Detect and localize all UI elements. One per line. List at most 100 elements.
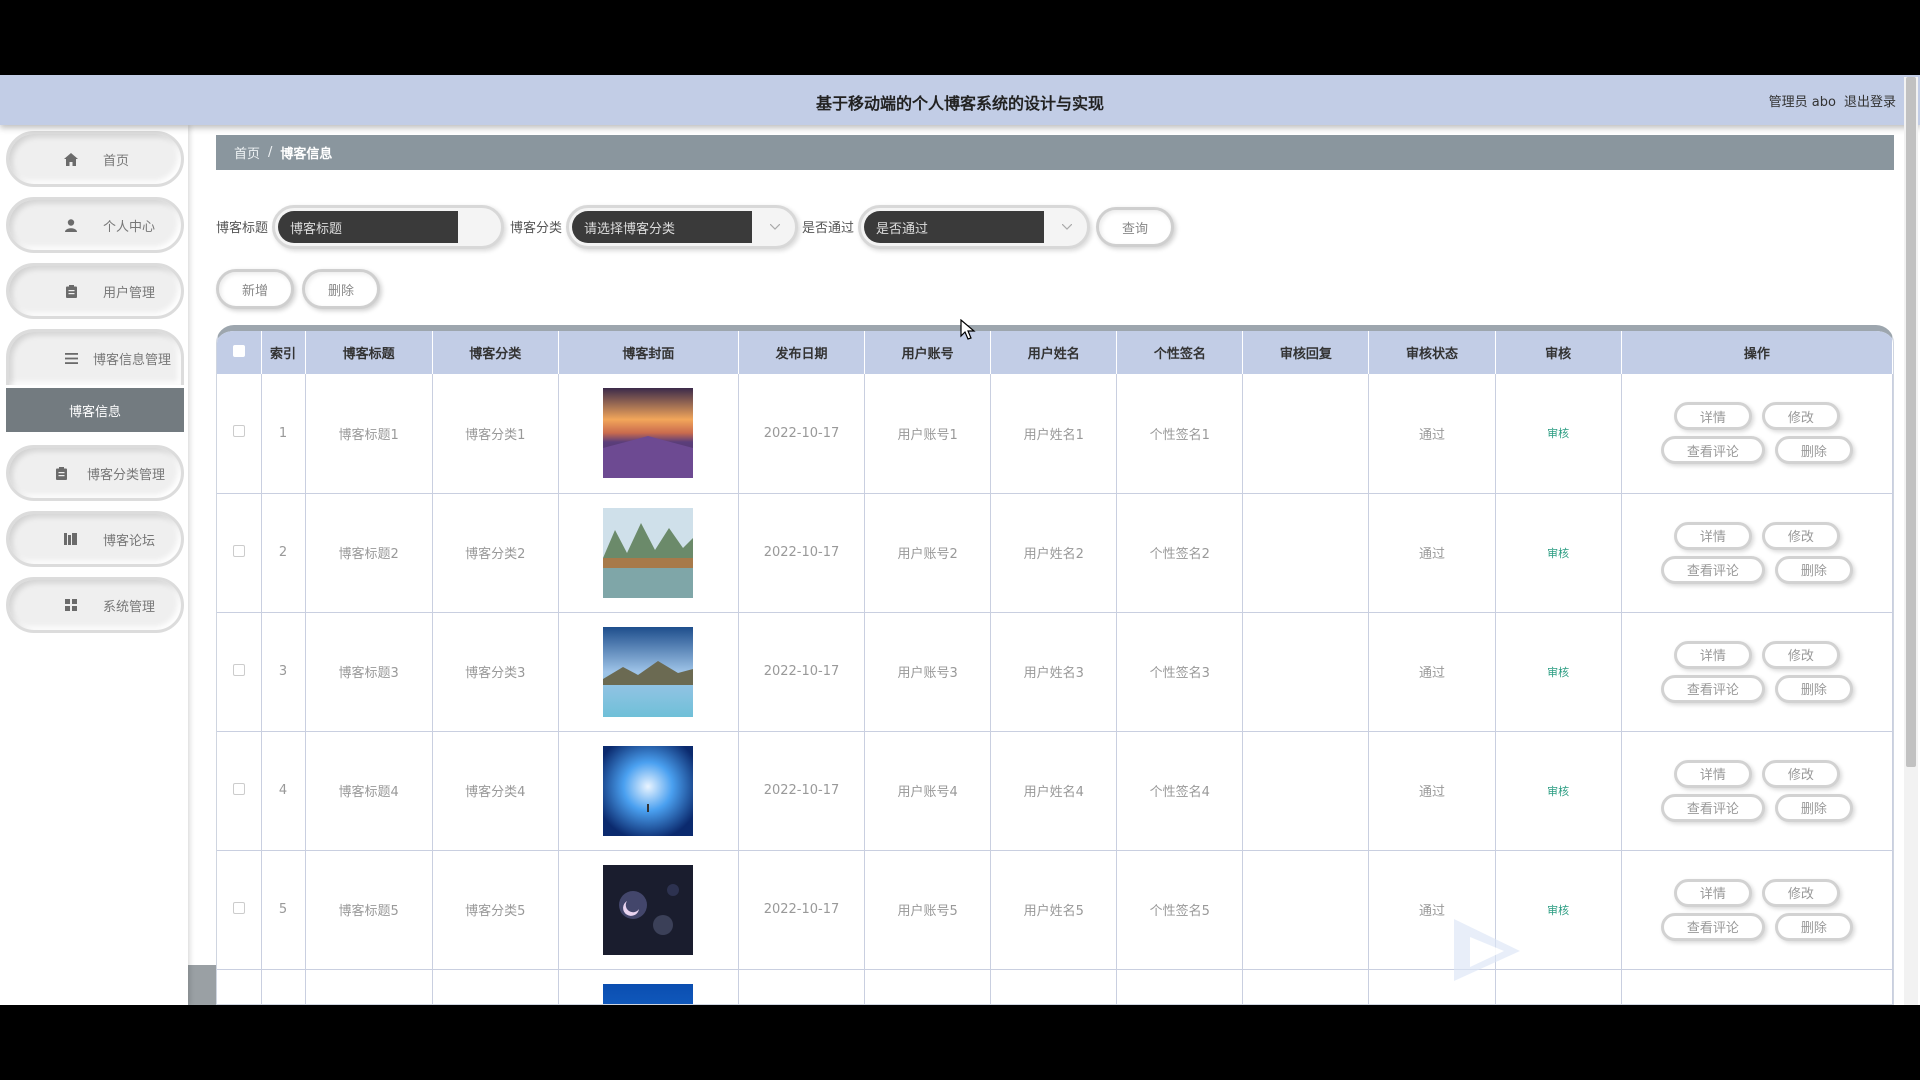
title-cell [305, 969, 433, 1004]
name-cell: 用户姓名4 [990, 731, 1118, 851]
search-title-input[interactable]: 博客标题 [272, 205, 504, 249]
scrollbar-thumb[interactable] [1906, 77, 1916, 767]
sidebar-item-blog-category-management[interactable]: 博客分类管理 [6, 445, 184, 501]
detail-button[interactable]: 详情 [1673, 759, 1752, 788]
app-window: 基于移动端的个人博客系统的设计与实现 管理员 abo 退出登录 首页 个人中心 … [0, 75, 1920, 1005]
view-comments-button[interactable]: 查看评论 [1660, 436, 1765, 465]
column-header: 博客分类 [432, 331, 559, 374]
add-button[interactable]: 新增 [216, 269, 294, 309]
cover-cell [558, 374, 739, 494]
sidebar-item-system-management[interactable]: 系统管理 [6, 577, 184, 633]
edit-button[interactable]: 修改 [1761, 640, 1840, 669]
row-delete-button[interactable]: 删除 [1774, 436, 1853, 465]
breadcrumb-home[interactable]: 首页 [234, 143, 260, 162]
search-passed-label: 是否通过 [802, 221, 855, 236]
cover-cell [558, 850, 739, 970]
detail-button[interactable]: 详情 [1673, 640, 1752, 669]
cover-image [603, 864, 694, 955]
detail-button[interactable]: 详情 [1673, 878, 1752, 907]
approve-link[interactable]: 审核 [1547, 666, 1569, 679]
detail-button[interactable]: 详情 [1673, 402, 1752, 431]
detail-button[interactable]: 详情 [1673, 521, 1752, 550]
header-user-area: 管理员 abo 退出登录 [1769, 91, 1896, 110]
name-cell: 用户姓名5 [990, 850, 1118, 970]
operations-cell: 详情 修改查看评论 删除 [1621, 850, 1893, 970]
row-select-cell [217, 850, 262, 970]
vertical-scrollbar[interactable] [1904, 77, 1918, 1005]
row-actions-bottom: 查看评论 删除 [1660, 436, 1853, 465]
batch-delete-button[interactable]: 删除 [302, 269, 380, 309]
approve-link[interactable]: 审核 [1547, 547, 1569, 560]
cover-image [603, 626, 694, 717]
logout-link[interactable]: 退出登录 [1844, 91, 1896, 110]
sidebar-item-blog-forum[interactable]: 博客论坛 [6, 511, 184, 567]
search-category-select[interactable]: 请选择博客分类 [566, 205, 798, 249]
sidebar-subitem-blog-info[interactable]: 博客信息 [6, 388, 184, 432]
search-passed-select[interactable]: 是否通过 [858, 205, 1090, 249]
list-icon [63, 352, 79, 366]
signature-cell: 个性签名3 [1116, 612, 1244, 732]
row-actions-bottom: 查看评论 删除 [1660, 555, 1853, 584]
edit-button[interactable]: 修改 [1761, 402, 1840, 431]
row-checkbox[interactable] [232, 663, 245, 676]
approve-link[interactable]: 审核 [1547, 427, 1569, 440]
signature-cell: 个性签名4 [1116, 731, 1244, 851]
operations-cell: 详情 修改查看评论 删除 [1621, 493, 1893, 613]
title-cell: 博客标题3 [305, 612, 433, 732]
row-delete-button[interactable]: 删除 [1774, 793, 1853, 822]
user-icon [63, 218, 79, 232]
row-checkbox[interactable] [232, 544, 245, 557]
status-cell: 通过 [1368, 731, 1496, 851]
sidebar-item-user-management[interactable]: 用户管理 [6, 263, 184, 319]
account-cell: 用户账号5 [864, 850, 992, 970]
row-delete-button[interactable]: 删除 [1774, 912, 1853, 941]
sidebar-item-home[interactable]: 首页 [6, 131, 184, 187]
approve-link[interactable]: 审核 [1547, 904, 1569, 917]
breadcrumb: 首页 / 博客信息 [216, 135, 1894, 170]
index-cell: 1 [261, 374, 306, 494]
approve-link[interactable]: 审核 [1547, 785, 1569, 798]
player-watermark-icon [1450, 915, 1550, 985]
row-delete-button[interactable]: 删除 [1774, 674, 1853, 703]
row-checkbox[interactable] [232, 782, 245, 795]
search-title-value: 博客标题 [278, 211, 458, 243]
screen: 基于移动端的个人博客系统的设计与实现 管理员 abo 退出登录 首页 个人中心 … [0, 0, 1920, 1080]
approve-cell: 审核 [1495, 731, 1622, 851]
row-checkbox[interactable] [232, 425, 245, 438]
edit-button[interactable]: 修改 [1761, 521, 1840, 550]
title-cell: 博客标题2 [305, 493, 433, 613]
row-select-cell [217, 969, 262, 1004]
category-cell: 博客分类2 [432, 493, 559, 613]
sidebar-item-label: 系统管理 [103, 599, 156, 615]
row-checkbox[interactable] [232, 901, 245, 914]
view-comments-button[interactable]: 查看评论 [1660, 793, 1765, 822]
query-button[interactable]: 查询 [1096, 207, 1174, 247]
date-cell: 2022-10-17 [738, 731, 866, 851]
table-row [217, 969, 1893, 1004]
operations-cell: 详情 修改查看评论 删除 [1621, 731, 1893, 851]
view-comments-button[interactable]: 查看评论 [1660, 674, 1765, 703]
row-delete-button[interactable]: 删除 [1774, 555, 1853, 584]
breadcrumb-separator: / [268, 145, 273, 160]
chevron-down-icon [1061, 221, 1073, 233]
signature-cell: 个性签名5 [1116, 850, 1244, 970]
view-comments-button[interactable]: 查看评论 [1660, 555, 1765, 584]
operations-cell: 详情 修改查看评论 删除 [1621, 374, 1893, 494]
sidebar-item-personal-center[interactable]: 个人中心 [6, 197, 184, 253]
row-actions-top: 详情 修改 [1673, 402, 1840, 431]
sidebar-item-blog-info-management[interactable]: 博客信息管理 [6, 329, 184, 385]
search-category-value: 请选择博客分类 [572, 211, 752, 243]
app-title: 基于移动端的个人博客系统的设计与实现 [815, 94, 1104, 113]
sidebar-item-label: 首页 [103, 153, 130, 169]
admin-user-label: 管理员 abo [1768, 95, 1836, 110]
select-all-checkbox[interactable] [232, 344, 245, 357]
column-header: 审核回复 [1242, 331, 1370, 374]
view-comments-button[interactable]: 查看评论 [1660, 912, 1765, 941]
edit-button[interactable]: 修改 [1761, 878, 1840, 907]
book-icon [63, 532, 79, 546]
name-cell: 用户姓名2 [990, 493, 1118, 613]
sidebar-item-label: 博客分类管理 [87, 467, 166, 483]
index-cell: 5 [261, 850, 306, 970]
cover-image [603, 388, 694, 479]
edit-button[interactable]: 修改 [1761, 759, 1840, 788]
